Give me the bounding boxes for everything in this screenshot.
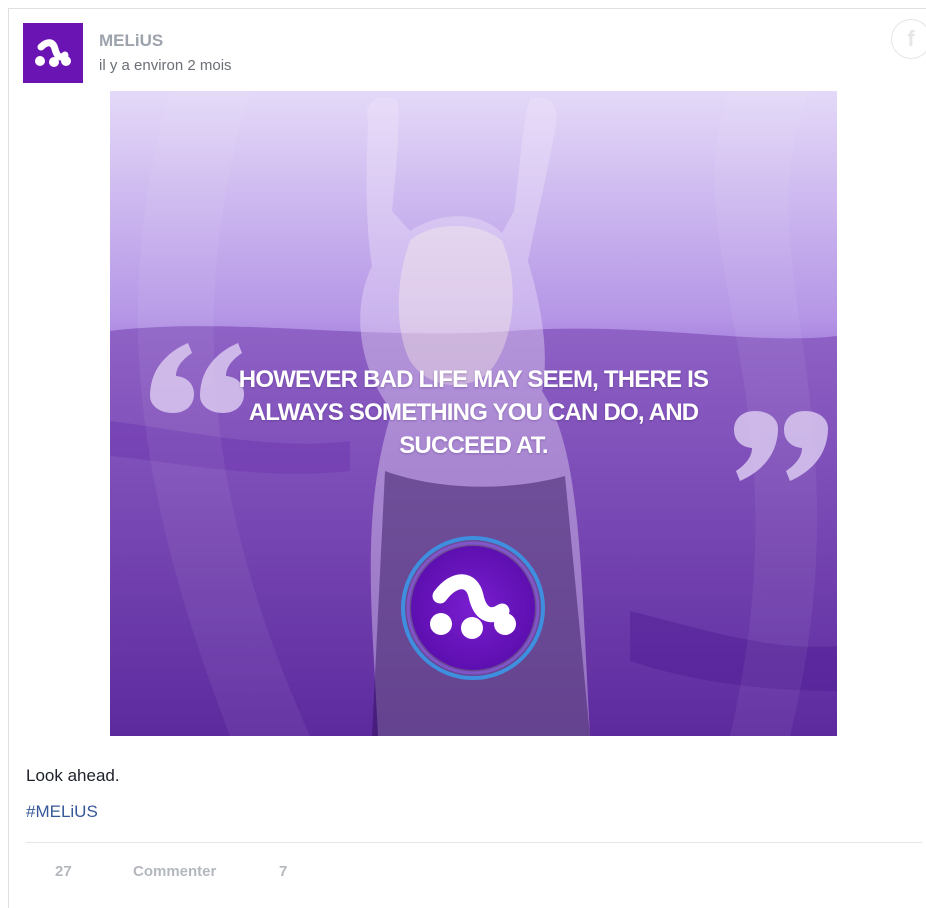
quote-line: SUCCEED AT. bbox=[399, 432, 548, 459]
quote-line: ALWAYS SOMETHING YOU CAN DO, AND bbox=[248, 399, 699, 426]
likes-count[interactable]: 27 bbox=[55, 863, 133, 880]
quote-line: HOWEVER BAD LIFE MAY SEEM, THERE IS bbox=[238, 366, 709, 393]
post-timestamp[interactable]: il y a environ 2 mois bbox=[99, 57, 232, 74]
quote-text: HOWEVER BAD LIFE MAY SEEM, THERE IS ALWA… bbox=[110, 363, 837, 462]
post-actions: 27 Commenter 7 bbox=[55, 863, 319, 880]
shares-count[interactable]: 7 bbox=[279, 863, 319, 880]
author-name[interactable]: MELiUS bbox=[99, 31, 163, 51]
divider bbox=[26, 842, 922, 843]
post-caption: Look ahead. bbox=[26, 766, 120, 785]
hashtag-link[interactable]: #MELiUS bbox=[26, 802, 98, 822]
comment-button[interactable]: Commenter bbox=[133, 863, 279, 880]
post-image[interactable]: HOWEVER BAD LIFE MAY SEEM, THERE IS ALWA… bbox=[110, 91, 837, 736]
post-card: MELiUS il y a environ 2 mois f HOWEVER B… bbox=[8, 8, 926, 908]
facebook-icon[interactable]: f bbox=[891, 19, 926, 59]
melius-logo-icon bbox=[35, 39, 71, 67]
avatar[interactable] bbox=[23, 23, 83, 83]
